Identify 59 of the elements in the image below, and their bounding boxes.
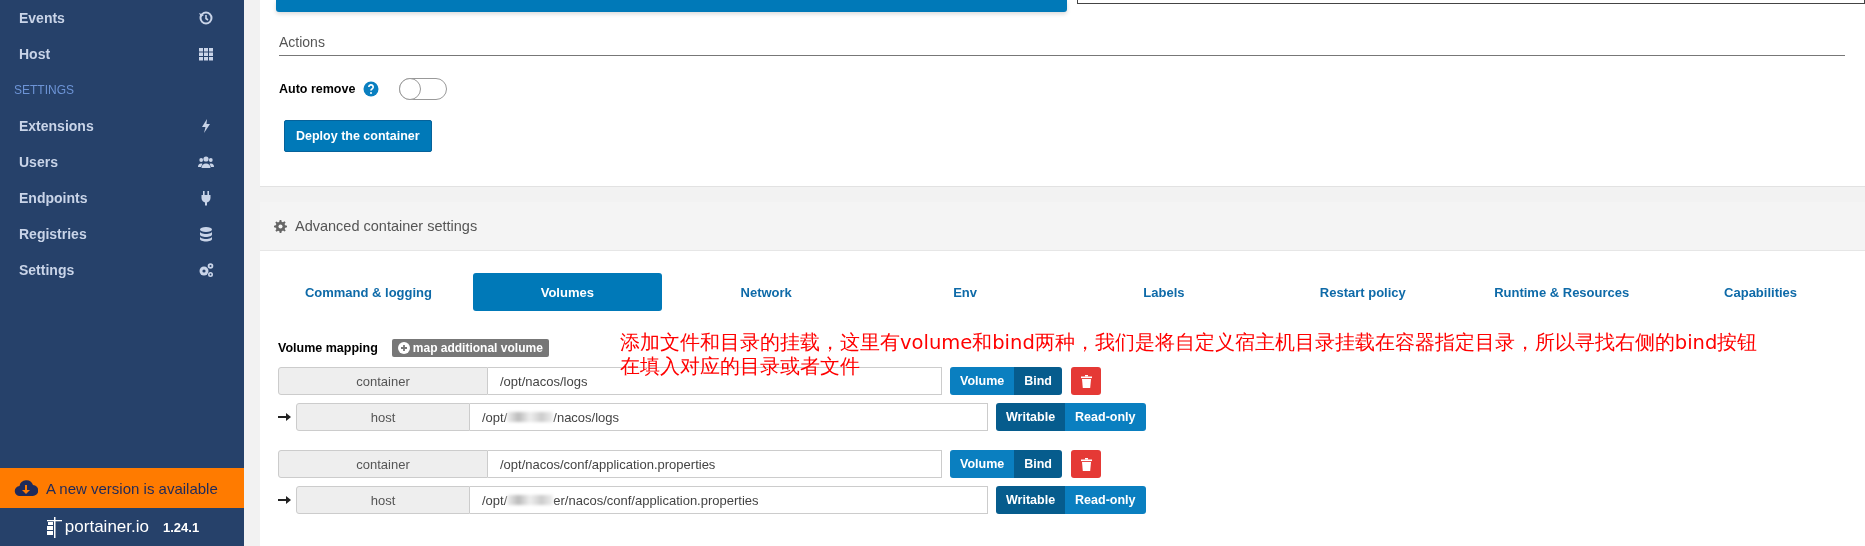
tab[interactable]: Env xyxy=(870,273,1060,311)
gear-icon xyxy=(274,219,287,233)
cloud-download-icon xyxy=(14,478,38,498)
trash-icon xyxy=(1080,457,1092,471)
input-field[interactable]: /opt/nacos/conf/application.properties xyxy=(488,450,942,478)
toggle-option[interactable]: Read-only xyxy=(1065,486,1146,514)
deploy-button[interactable]: Deploy the container xyxy=(284,120,432,152)
field-label: Auto remove xyxy=(279,82,356,96)
update-text: A new version is available xyxy=(46,479,218,497)
field-label: Volume mapping xyxy=(278,341,378,355)
sidebar-item[interactable]: Extensions xyxy=(19,118,94,134)
arrow-icon xyxy=(278,412,291,422)
sidebar-item[interactable]: Users xyxy=(19,154,58,170)
update-banner[interactable]: A new version is available xyxy=(0,468,244,508)
input-field[interactable]: /opt/ er/nacos/conf/application.properties xyxy=(470,486,988,514)
toggle-option[interactable]: Bind xyxy=(1014,367,1062,395)
plus-circle-icon xyxy=(397,342,410,354)
history-icon xyxy=(198,10,214,26)
sidebar-item[interactable]: Host xyxy=(19,46,51,62)
tab[interactable]: Labels xyxy=(1069,273,1259,311)
panel-title: Advanced container settings xyxy=(295,218,478,234)
grid-icon xyxy=(198,46,214,62)
users-icon xyxy=(198,154,214,170)
toggle-switch[interactable] xyxy=(399,78,448,100)
trash-icon xyxy=(1080,374,1092,388)
field-label: container xyxy=(278,450,488,478)
arrow-icon xyxy=(278,495,291,505)
section-heading: Actions xyxy=(279,34,1845,56)
version-label: 1.24.1 xyxy=(163,519,200,535)
sidebar-item[interactable]: Registries xyxy=(19,226,87,242)
toggle-option[interactable]: Read-only xyxy=(1065,403,1146,431)
tab[interactable]: Capabilities xyxy=(1666,273,1855,311)
tab[interactable]: Volumes xyxy=(472,273,662,311)
toggle-option[interactable]: Writable xyxy=(996,486,1066,514)
toggle-option[interactable]: Bind xyxy=(1014,450,1062,478)
add-volume-button[interactable]: map additional volume xyxy=(391,339,549,357)
toggle-option[interactable]: Writable xyxy=(996,403,1066,431)
field-label: host xyxy=(296,486,470,514)
help-icon[interactable] xyxy=(363,81,380,97)
tab[interactable]: Command & logging xyxy=(274,273,463,311)
tab[interactable]: Network xyxy=(671,273,861,311)
section-heading: SETTINGS xyxy=(14,83,74,97)
crane-icon xyxy=(44,516,63,538)
toggle-option[interactable]: Volume xyxy=(950,367,1015,395)
sidebar-item[interactable]: Endpoints xyxy=(19,190,88,206)
field-label: host xyxy=(296,403,470,431)
logo-text: portainer.io xyxy=(64,517,149,537)
input-field[interactable] xyxy=(1077,0,1865,4)
sidebar-item[interactable]: Events xyxy=(19,10,65,26)
input-field[interactable]: /opt/ /nacos/logs xyxy=(470,403,988,431)
tab[interactable]: Restart policy xyxy=(1268,273,1458,311)
toggle-option[interactable]: Volume xyxy=(950,450,1015,478)
sidebar-item[interactable]: Settings xyxy=(19,262,75,278)
database-icon xyxy=(198,226,214,242)
delete-button[interactable] xyxy=(1071,367,1101,395)
delete-button[interactable] xyxy=(1071,450,1101,478)
tab[interactable]: Runtime & Resources xyxy=(1467,273,1657,311)
field-label: container xyxy=(278,367,488,395)
gears-icon xyxy=(198,262,214,278)
